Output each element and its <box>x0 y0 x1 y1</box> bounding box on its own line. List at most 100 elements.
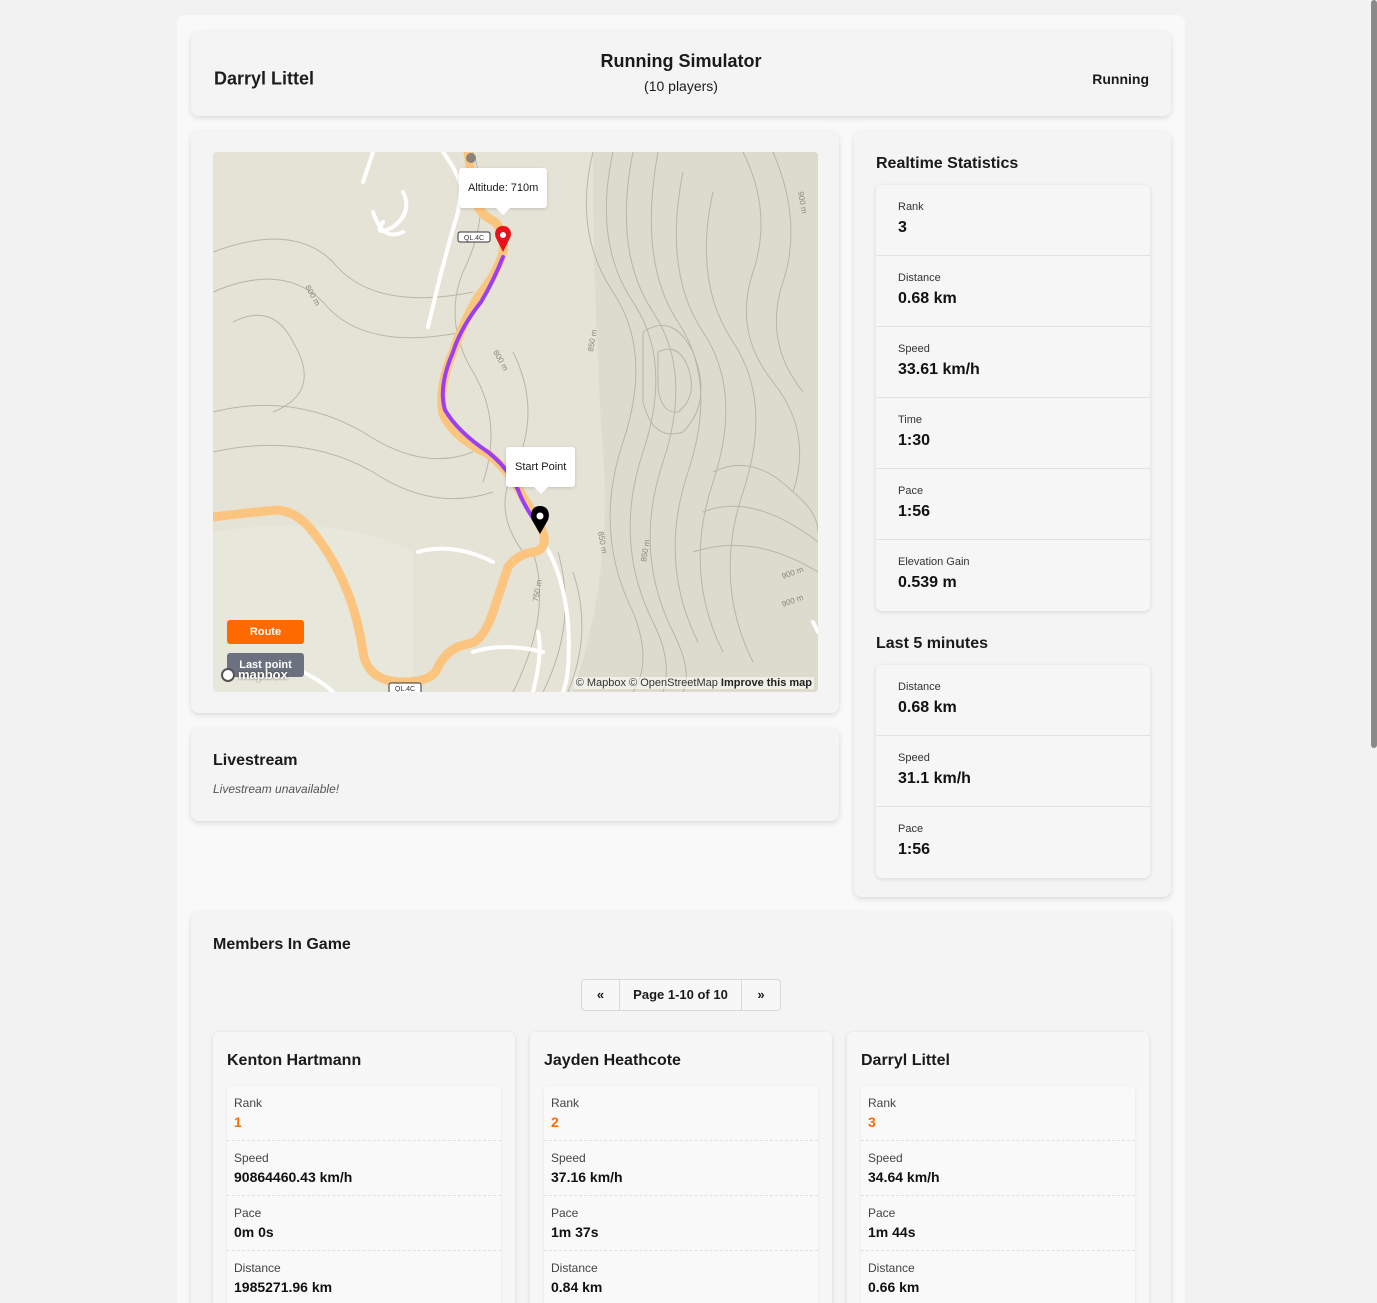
member-rank: 3 <box>868 1114 876 1130</box>
last5-title: Last 5 minutes <box>876 635 989 652</box>
member-distance-row: Distance 0.84 km <box>544 1251 818 1303</box>
game-status: Running <box>1092 71 1149 87</box>
attribution-text[interactable]: © Mapbox © OpenStreetMap <box>576 677 718 689</box>
page-container: Darryl Littel Running Simulator (10 play… <box>177 15 1185 1303</box>
mapbox-logo-icon <box>221 667 235 682</box>
member-stat-label: Distance <box>868 1261 915 1275</box>
member-distance-row: Distance 0.66 km <box>861 1251 1135 1303</box>
member-stat-label: Distance <box>551 1261 598 1275</box>
stat-value: 0.68 km <box>898 290 957 307</box>
members-card: Members In Game « Page 1-10 of 10 » Kent… <box>191 912 1171 1303</box>
route-map[interactable]: QL.4C QL.4C 800 m 900 m 850 m 800 m 850 … <box>213 152 818 692</box>
member-rank-row: Rank 3 <box>861 1086 1135 1141</box>
member-rank: 1 <box>234 1114 242 1130</box>
member-pace-row: Pace 0m 0s <box>227 1196 501 1251</box>
altitude-popup-text: Altitude: 710m <box>468 182 539 194</box>
stats-card: Realtime Statistics Rank 3 Distance 0.68… <box>854 131 1171 897</box>
member-stat-label: Rank <box>234 1096 263 1110</box>
start-point-popup: Start Point <box>506 447 576 494</box>
member-stat-label: Rank <box>868 1096 897 1110</box>
stat-value: 31.1 km/h <box>898 770 971 787</box>
mapbox-logo[interactable]: mapbox <box>221 667 288 682</box>
last5-stats-list: Distance 0.68 km Speed 31.1 km/h Pace 1:… <box>876 665 1150 878</box>
member-stat-label: Pace <box>234 1206 262 1220</box>
page-title: Running Simulator <box>600 51 762 71</box>
stat-value: 0.68 km <box>898 699 957 716</box>
stat-pace: Pace 1:56 <box>876 469 1150 540</box>
current-player-name: Darryl Littel <box>214 68 315 89</box>
stat-label: Distance <box>898 681 941 693</box>
member-speed: 37.16 km/h <box>551 1169 623 1185</box>
livestream-title: Livestream <box>213 752 298 769</box>
stat-value: 0.539 m <box>898 574 957 591</box>
road-label-bottom: QL.4C <box>395 686 415 692</box>
stat-speed: Speed 33.61 km/h <box>876 327 1150 398</box>
player-count: (10 players) <box>644 78 718 94</box>
route-button[interactable]: Route <box>227 620 304 644</box>
stat-distance: Distance 0.68 km <box>876 256 1150 327</box>
member-rank: 2 <box>551 1114 559 1130</box>
member-stat-label: Speed <box>868 1151 903 1165</box>
stat-label: Pace <box>898 485 924 497</box>
stat-value: 1:56 <box>898 841 931 858</box>
member-distance: 1985271.96 km <box>234 1279 333 1295</box>
member-stat-label: Speed <box>234 1151 269 1165</box>
stat-label: Rank <box>898 201 924 213</box>
stat-rank: Rank 3 <box>876 185 1150 256</box>
member-stats: Rank 1 Speed 90864460.43 km/h Pace 0m 0s… <box>227 1086 501 1303</box>
member-pace: 1m 37s <box>551 1224 599 1240</box>
livestream-card: Livestream Livestream unavailable! <box>191 728 839 821</box>
game-header: Darryl Littel Running Simulator (10 play… <box>191 31 1171 116</box>
map-card: QL.4C QL.4C 800 m 900 m 850 m 800 m 850 … <box>191 131 839 713</box>
page-scrollbar[interactable] <box>1371 0 1377 748</box>
stat-label: Distance <box>898 272 941 284</box>
member-distance: 0.84 km <box>551 1279 603 1295</box>
member-stats: Rank 3 Speed 34.64 km/h Pace 1m 44s Dist… <box>861 1086 1135 1303</box>
member-name: Kenton Hartmann <box>227 1052 362 1069</box>
stat-elevation-gain: Elevation Gain 0.539 m <box>876 540 1150 611</box>
start-point-popup-text: Start Point <box>515 461 567 473</box>
members-title: Members In Game <box>213 936 351 953</box>
livestream-message: Livestream unavailable! <box>213 782 340 796</box>
realtime-stats-list: Rank 3 Distance 0.68 km Speed 33.61 km/h… <box>876 185 1150 611</box>
stat-label: Speed <box>898 343 930 355</box>
last5-speed: Speed 31.1 km/h <box>876 736 1150 807</box>
member-speed: 90864460.43 km/h <box>234 1169 353 1185</box>
pagination: « Page 1-10 of 10 » <box>581 979 781 1011</box>
member-card: Kenton Hartmann Rank 1 Speed 90864460.43… <box>213 1032 515 1303</box>
next-page-button[interactable]: » <box>742 980 780 1010</box>
member-speed-row: Speed 90864460.43 km/h <box>227 1141 501 1196</box>
member-pace-row: Pace 1m 37s <box>544 1196 818 1251</box>
member-stat-label: Distance <box>234 1261 281 1275</box>
mapbox-logo-text: mapbox <box>238 667 288 682</box>
member-pace: 0m 0s <box>234 1224 274 1240</box>
stat-value: 3 <box>898 219 907 236</box>
member-name: Jayden Heathcote <box>544 1052 681 1069</box>
map-terrain: QL.4C QL.4C 800 m 900 m 850 m 800 m 850 … <box>213 152 818 692</box>
stat-value: 33.61 km/h <box>898 361 980 378</box>
prev-page-button[interactable]: « <box>582 980 620 1010</box>
stat-time: Time 1:30 <box>876 398 1150 469</box>
member-speed: 34.64 km/h <box>868 1169 940 1185</box>
member-pace: 1m 44s <box>868 1224 916 1240</box>
member-speed-row: Speed 34.64 km/h <box>861 1141 1135 1196</box>
stat-value: 1:56 <box>898 503 931 520</box>
member-card: Jayden Heathcote Rank 2 Speed 37.16 km/h… <box>530 1032 832 1303</box>
member-stats: Rank 2 Speed 37.16 km/h Pace 1m 37s Dist… <box>544 1086 818 1303</box>
page-label: Page 1-10 of 10 <box>620 980 742 1010</box>
stat-label: Speed <box>898 752 930 764</box>
improve-map-link[interactable]: Improve this map <box>721 677 812 689</box>
member-name: Darryl Littel <box>861 1052 950 1069</box>
member-distance: 0.66 km <box>868 1279 920 1295</box>
stat-label: Time <box>898 414 923 426</box>
member-distance-row: Distance 1985271.96 km <box>227 1251 501 1303</box>
realtime-title: Realtime Statistics <box>876 155 1019 172</box>
map-attribution: © Mapbox © OpenStreetMap Improve this ma… <box>573 677 814 689</box>
member-card: Darryl Littel Rank 3 Speed 34.64 km/h Pa… <box>847 1032 1149 1303</box>
member-pace-row: Pace 1m 44s <box>861 1196 1135 1251</box>
last5-pace: Pace 1:56 <box>876 807 1150 878</box>
member-speed-row: Speed 37.16 km/h <box>544 1141 818 1196</box>
member-stat-label: Speed <box>551 1151 586 1165</box>
altitude-popup: Altitude: 710m <box>459 168 548 215</box>
last5-distance: Distance 0.68 km <box>876 665 1150 736</box>
